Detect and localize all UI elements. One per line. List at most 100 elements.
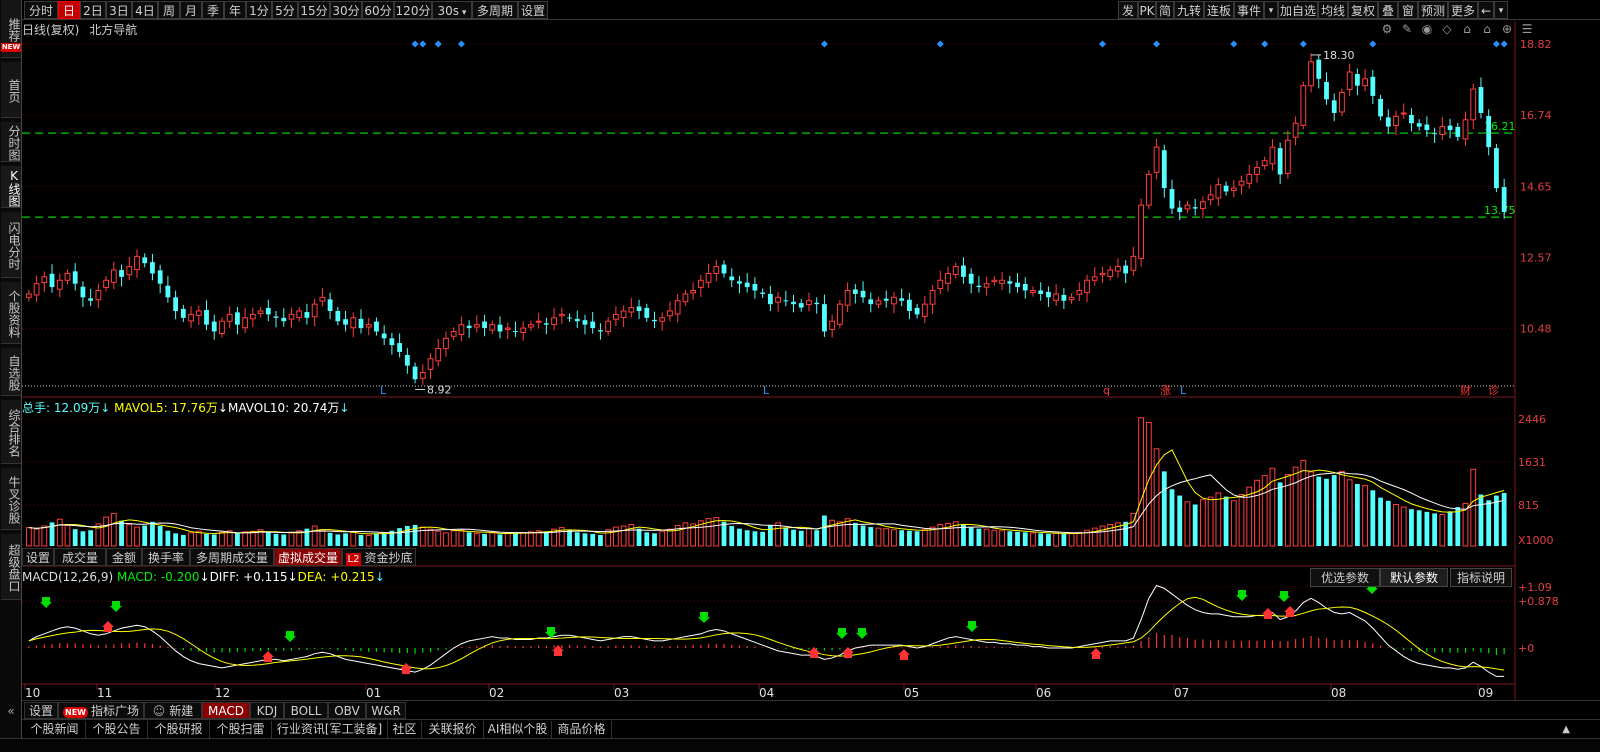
volume-bar[interactable]	[1494, 495, 1499, 546]
candle[interactable]	[582, 314, 588, 335]
volume-bar[interactable]	[983, 528, 990, 547]
candle[interactable]	[1254, 160, 1260, 183]
volume-bar[interactable]	[775, 522, 781, 547]
candle[interactable]	[110, 261, 117, 290]
volume-bar[interactable]	[219, 531, 225, 547]
candle[interactable]	[64, 269, 71, 285]
candle[interactable]	[1277, 142, 1283, 184]
volume-bar[interactable]	[64, 525, 71, 547]
volume-bar[interactable]	[543, 531, 549, 546]
indicator-tab-7[interactable]: W&R	[366, 702, 406, 719]
volume-bar[interactable]	[180, 534, 186, 546]
info-tab-1[interactable]: 个股公告	[86, 721, 148, 738]
volume-bar[interactable]	[126, 523, 133, 547]
candle[interactable]	[868, 292, 874, 313]
signal-diamond-icon[interactable]	[820, 40, 828, 48]
volume-bar[interactable]	[404, 526, 410, 546]
candle[interactable]	[1246, 164, 1253, 189]
volume-bar[interactable]	[1207, 496, 1214, 547]
volume-bar[interactable]	[968, 527, 974, 546]
volume-bar[interactable]	[281, 534, 287, 546]
buy-arrow-icon[interactable]	[1090, 648, 1102, 659]
candle[interactable]	[705, 263, 712, 288]
volume-bar[interactable]	[497, 534, 503, 546]
signal-diamond-icon[interactable]	[1299, 40, 1307, 48]
candle[interactable]	[1115, 258, 1121, 278]
candle[interactable]	[1223, 181, 1229, 196]
volume-bar[interactable]	[620, 525, 627, 547]
volume-bar[interactable]	[513, 532, 518, 546]
candle[interactable]	[1269, 138, 1276, 171]
candle[interactable]	[157, 264, 163, 294]
candle[interactable]	[1030, 286, 1036, 297]
candle[interactable]	[1053, 284, 1060, 306]
signal-diamond-icon[interactable]	[411, 40, 419, 48]
candle[interactable]	[999, 272, 1005, 291]
candle[interactable]	[844, 282, 851, 313]
signal-diamond-icon[interactable]	[1500, 40, 1508, 48]
candle[interactable]	[1346, 63, 1353, 97]
candle[interactable]	[1416, 119, 1422, 131]
candle[interactable]	[72, 263, 78, 291]
candle[interactable]	[1478, 77, 1484, 119]
info-tab-0[interactable]: 个股新闻	[24, 721, 86, 738]
candle[interactable]	[319, 287, 326, 307]
candle[interactable]	[219, 317, 225, 338]
indicator-tab-6[interactable]: OBV	[328, 702, 366, 719]
volume-bar[interactable]	[288, 532, 295, 547]
volume-bar[interactable]	[1007, 531, 1013, 546]
candle[interactable]	[1184, 201, 1191, 213]
volume-bar[interactable]	[961, 524, 966, 546]
volume-bar[interactable]	[1215, 492, 1222, 547]
volume-bar[interactable]	[150, 521, 155, 546]
candle[interactable]	[195, 305, 202, 325]
volume-bar[interactable]	[110, 512, 117, 547]
candle[interactable]	[103, 276, 109, 292]
candle[interactable]	[976, 276, 982, 293]
volume-bar[interactable]	[103, 516, 109, 547]
volume-bar[interactable]	[1068, 532, 1075, 547]
candle[interactable]	[605, 317, 612, 336]
volume-bar[interactable]	[1177, 495, 1183, 546]
info-tab-8[interactable]: 商品价格	[552, 721, 612, 738]
volume-bar[interactable]	[752, 531, 758, 546]
volume-bar[interactable]	[899, 530, 905, 546]
sell-arrow-icon[interactable]	[284, 631, 296, 642]
candle[interactable]	[150, 253, 155, 281]
candle[interactable]	[1292, 116, 1299, 146]
candle[interactable]	[991, 276, 998, 286]
volume-bar[interactable]	[999, 530, 1005, 547]
candle[interactable]	[1308, 53, 1314, 93]
volume-bar[interactable]	[806, 527, 812, 547]
candle[interactable]	[612, 306, 619, 327]
candle[interactable]	[33, 275, 40, 302]
candle[interactable]	[737, 275, 742, 294]
candle[interactable]	[659, 312, 666, 331]
volume-bar[interactable]	[883, 528, 890, 547]
volume-tab-0[interactable]: 设置	[22, 548, 54, 566]
volume-bar[interactable]	[1424, 511, 1430, 546]
candle[interactable]	[1470, 83, 1477, 130]
candle[interactable]	[343, 310, 348, 332]
event-marker[interactable]: 诊	[1488, 383, 1499, 397]
volume-bar[interactable]	[1378, 497, 1383, 546]
candle[interactable]	[791, 294, 796, 313]
sell-arrow-icon[interactable]	[698, 612, 710, 623]
candle[interactable]	[1007, 275, 1013, 294]
volume-bar[interactable]	[265, 532, 271, 546]
volume-bar[interactable]	[343, 533, 348, 546]
candle[interactable]	[365, 317, 372, 336]
candle[interactable]	[961, 257, 966, 284]
volume-bar[interactable]	[235, 533, 240, 546]
candle[interactable]	[204, 300, 209, 331]
candle[interactable]	[335, 306, 341, 326]
volume-bar[interactable]	[1324, 478, 1329, 546]
candle[interactable]	[173, 290, 179, 320]
volume-bar[interactable]	[1385, 500, 1391, 546]
buy-arrow-icon[interactable]	[898, 649, 910, 660]
volume-bar[interactable]	[1346, 479, 1353, 547]
param-button-2[interactable]: 指标说明	[1450, 568, 1512, 587]
candle[interactable]	[1432, 127, 1438, 144]
volume-bar[interactable]	[1308, 471, 1314, 547]
signal-diamond-icon[interactable]	[457, 40, 465, 48]
